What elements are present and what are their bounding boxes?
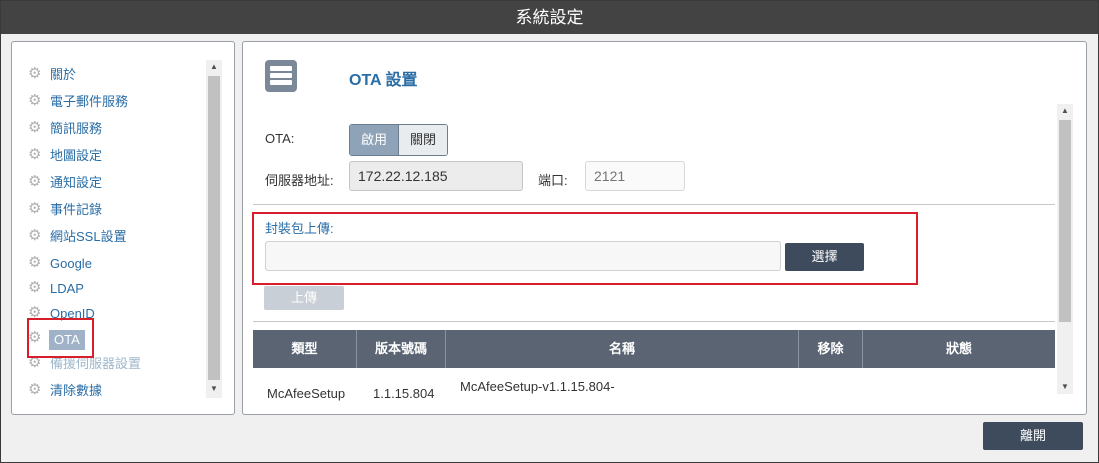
cell-type: McAfeeSetup <box>267 386 346 401</box>
cell-name: McAfeeSetup-v1.1.15.804- <box>460 379 615 394</box>
enable-button[interactable]: 啟用 <box>350 125 398 155</box>
sidebar-item-label: 事件記錄 <box>50 202 103 217</box>
scroll-down-icon[interactable]: ▼ <box>1057 380 1073 394</box>
sidebar-item-label: LDAP <box>50 281 84 296</box>
gear-icon: ⚙ <box>28 279 42 296</box>
sidebar-item-notification[interactable]: ⚙ 通知設定 <box>28 174 141 201</box>
upload-button[interactable]: 上傳 <box>264 286 344 310</box>
sidebar-item-clear-data[interactable]: ⚙ 清除數據 <box>28 382 141 409</box>
disable-button[interactable]: 關閉 <box>398 125 447 155</box>
gear-icon: ⚙ <box>28 146 42 163</box>
sidebar-item-event-log[interactable]: ⚙ 事件記錄 <box>28 201 141 228</box>
gear-icon: ⚙ <box>28 119 42 136</box>
column-header-type[interactable]: 類型 <box>253 330 357 368</box>
sidebar-item-label: 簡訊服務 <box>50 121 103 136</box>
content-scroll-thumb[interactable] <box>1059 120 1071 322</box>
ota-toggle[interactable]: 啟用 關閉 <box>349 124 448 156</box>
gear-icon: ⚙ <box>28 200 42 217</box>
divider <box>253 321 1055 322</box>
port-label: 端口: <box>538 173 568 188</box>
scroll-down-icon[interactable]: ▼ <box>206 382 222 396</box>
sidebar-item-label: 清除數據 <box>50 383 103 398</box>
sidebar-item-ldap[interactable]: ⚙ LDAP <box>28 280 141 305</box>
sidebar-item-sms[interactable]: ⚙ 簡訊服務 <box>28 120 141 147</box>
sidebar-scroll-thumb[interactable] <box>208 76 220 380</box>
ota-label: OTA: <box>265 131 295 146</box>
sidebar-item-map[interactable]: ⚙ 地圖設定 <box>28 147 141 174</box>
sidebar-item-label: 通知設定 <box>50 175 103 190</box>
column-header-remove[interactable]: 移除 <box>799 330 863 368</box>
upload-highlight-box <box>252 212 918 285</box>
packages-table-header: 類型 版本號碼 名稱 移除 狀態 <box>253 330 1055 368</box>
sidebar-item-label: 地圖設定 <box>50 148 103 163</box>
dialog-title: 系統設定 <box>1 1 1098 34</box>
sidebar-item-backup-server[interactable]: ⚙ 備援伺服器設置 <box>28 355 141 382</box>
gear-icon: ⚙ <box>28 173 42 190</box>
cell-version: 1.1.15.804 <box>373 386 435 401</box>
gear-icon: ⚙ <box>28 92 42 109</box>
sidebar-item-google[interactable]: ⚙ Google <box>28 255 141 280</box>
sidebar-scrollbar[interactable]: ▲ ▼ <box>206 60 222 398</box>
divider <box>253 204 1055 205</box>
sidebar-item-label: 網站SSL設置 <box>50 229 127 244</box>
leave-button[interactable]: 離開 <box>983 422 1083 450</box>
gear-icon: ⚙ <box>28 65 42 82</box>
server-icon <box>265 60 297 92</box>
column-header-name[interactable]: 名稱 <box>446 330 799 368</box>
sidebar-item-label: Google <box>50 256 92 271</box>
sidebar-item-ssl[interactable]: ⚙ 網站SSL設置 <box>28 228 141 255</box>
scroll-up-icon[interactable]: ▲ <box>206 60 222 74</box>
content-scrollbar[interactable]: ▲ ▼ <box>1057 104 1073 394</box>
ota-highlight-box <box>27 318 94 358</box>
system-settings-dialog: 系統設定 ⚙ 關於 ⚙ 電子郵件服務 ⚙ 簡訊服務 ⚙ 地圖設定 ⚙ 通知設定 ⚙ 事件記錄… <box>0 0 1099 463</box>
gear-icon: ⚙ <box>28 254 42 271</box>
column-header-status[interactable]: 狀態 <box>863 330 1055 368</box>
page-title: OTA 設置 <box>349 72 418 89</box>
port-input[interactable] <box>585 161 685 191</box>
server-address-label: 伺服器地址: <box>265 173 334 188</box>
sidebar-item-label: 關於 <box>50 67 77 82</box>
settings-nav-panel: ⚙ 關於 ⚙ 電子郵件服務 ⚙ 簡訊服務 ⚙ 地圖設定 ⚙ 通知設定 ⚙ 事件記錄 ⚙ 網站S… <box>11 41 235 415</box>
gear-icon: ⚙ <box>28 381 42 398</box>
gear-icon: ⚙ <box>28 227 42 244</box>
server-address-input[interactable] <box>349 161 523 191</box>
column-header-version[interactable]: 版本號碼 <box>357 330 446 368</box>
sidebar-item-email[interactable]: ⚙ 電子郵件服務 <box>28 93 141 120</box>
scroll-up-icon[interactable]: ▲ <box>1057 104 1073 118</box>
sidebar-item-label: 電子郵件服務 <box>50 94 129 109</box>
sidebar-item-about[interactable]: ⚙ 關於 <box>28 66 141 93</box>
